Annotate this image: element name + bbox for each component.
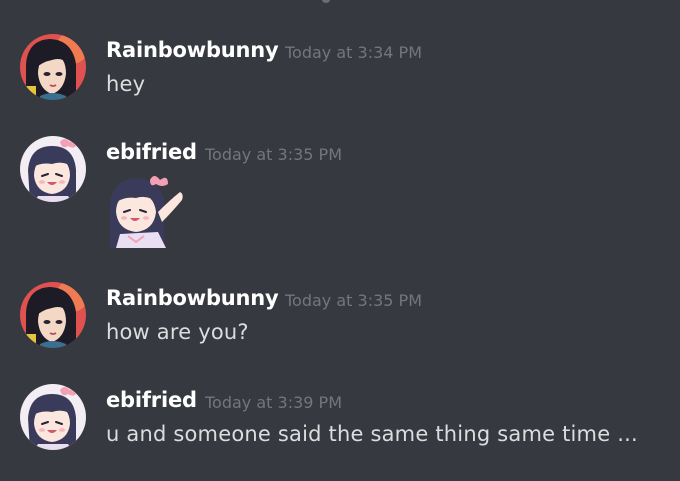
message-text: u and someone said the same thing same t… [106,422,638,446]
message-text: hey [106,72,146,96]
ebifried-avatar[interactable] [20,384,86,450]
username[interactable]: ebifried [106,388,197,412]
username[interactable]: Rainbowbunny [106,286,279,310]
scroll-edge [0,0,680,6]
scroll-indicator [322,0,330,3]
rainbowbunny-avatar[interactable] [20,34,86,100]
timestamp: Today at 3:35 PM [285,291,422,310]
username[interactable]: ebifried [106,140,197,164]
chibi-sticker[interactable] [106,172,184,248]
message-text: how are you? [106,320,249,344]
timestamp: Today at 3:39 PM [205,393,342,412]
rainbowbunny-avatar[interactable] [20,282,86,348]
timestamp: Today at 3:35 PM [205,145,342,164]
timestamp: Today at 3:34 PM [285,43,422,62]
username[interactable]: Rainbowbunny [106,38,279,62]
ebifried-avatar[interactable] [20,136,86,202]
